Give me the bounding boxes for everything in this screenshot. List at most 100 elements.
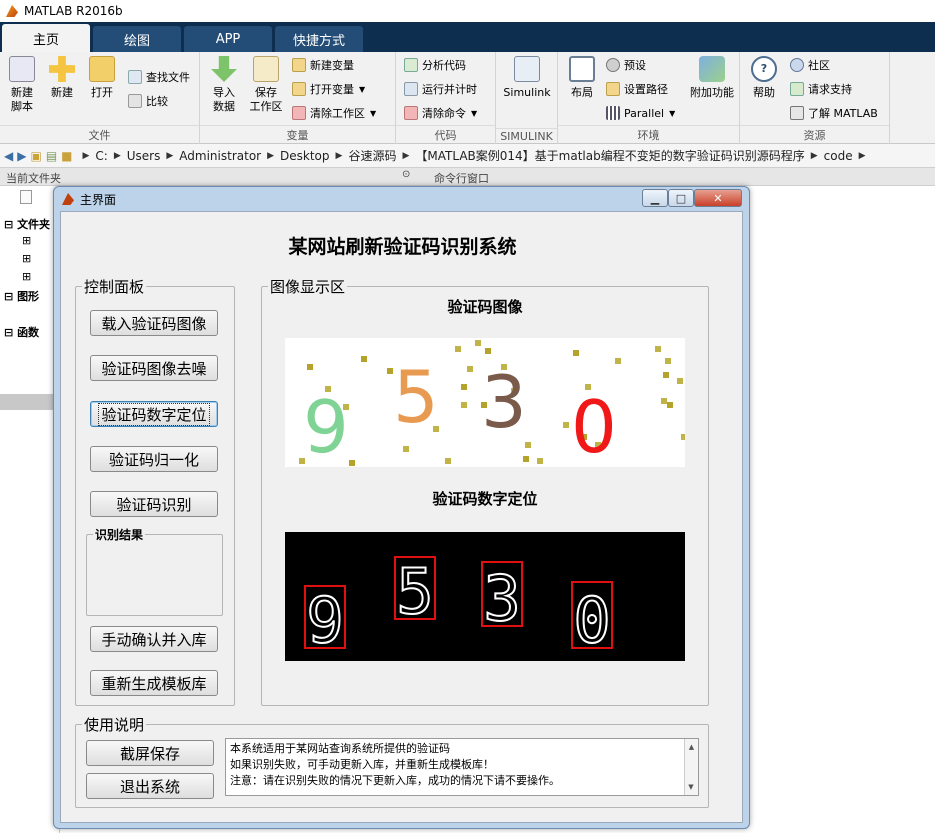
- instructions-textbox[interactable]: 本系统适用于某网站查询系统所提供的验证码 如果识别失败，可手动更新入库，并重新生…: [225, 738, 699, 796]
- result-panel: 识别结果: [86, 526, 223, 616]
- addons-cubes-icon: [699, 56, 725, 82]
- noise-dot: [361, 356, 367, 362]
- new-variable-button[interactable]: 新建变量: [292, 56, 354, 74]
- recognize-button[interactable]: 验证码识别: [90, 491, 218, 517]
- tab-apps[interactable]: APP: [184, 26, 272, 52]
- forward-arrow-icon[interactable]: ▶: [17, 149, 26, 163]
- set-path-button[interactable]: 设置路径: [606, 80, 668, 98]
- clear-commands-button[interactable]: 清除命令 ▼: [404, 104, 477, 122]
- chevron-down-icon: ▼: [370, 108, 377, 118]
- find-files-button[interactable]: 查找文件: [128, 68, 190, 86]
- tab-home[interactable]: 主页: [2, 24, 90, 52]
- digit-location-title: 验证码数字定位: [432, 490, 538, 508]
- community-people-icon: [790, 58, 804, 72]
- confirm-save-button[interactable]: 手动确认并入库: [90, 626, 218, 652]
- noise-dot: [537, 458, 543, 464]
- regen-templates-button[interactable]: 重新生成模板库: [90, 670, 218, 696]
- instructions-scrollbar[interactable]: ▲ ▼: [684, 739, 698, 795]
- path-segment-project[interactable]: 【MATLAB案例014】基于matlab编程不变矩的数字验证码识别源码程序: [415, 147, 804, 164]
- noise-dot: [667, 402, 673, 408]
- group-environment: 布局 预设 设置路径 Parallel ▼ 附加功能 环境: [558, 52, 740, 144]
- matlab-logo-icon: [6, 5, 18, 17]
- denoise-button[interactable]: 验证码图像去噪: [90, 355, 218, 381]
- path-segment-drive[interactable]: C:: [95, 149, 107, 163]
- instruction-line: 如果识别失败，可手动更新入库，并重新生成模板库！: [230, 758, 494, 771]
- new-script-button[interactable]: 新建 脚本: [0, 56, 44, 114]
- noise-dot: [403, 446, 409, 452]
- tree-expand-icon[interactable]: ⊞: [22, 252, 31, 265]
- noise-dot: [461, 402, 467, 408]
- tree-toggle-icon[interactable]: ⊟: [4, 326, 13, 339]
- screenshot-save-button[interactable]: 截屏保存: [86, 740, 214, 766]
- noise-dot: [307, 364, 313, 370]
- load-captcha-button[interactable]: 载入验证码图像: [90, 310, 218, 336]
- tab-plots[interactable]: 绘图: [93, 26, 181, 52]
- run-time-icon: [404, 82, 418, 96]
- new-button[interactable]: 新建: [40, 56, 84, 100]
- browse-folder-icon[interactable]: ▤: [46, 149, 57, 163]
- scroll-up-icon[interactable]: ▲: [685, 739, 698, 755]
- plus-icon: [49, 56, 75, 82]
- path-separator-icon: ▶: [810, 150, 818, 161]
- group-code-label: 代码: [396, 125, 495, 143]
- path-segment-code[interactable]: code: [824, 149, 853, 163]
- group-simulink: Simulink SIMULINK: [496, 52, 558, 144]
- eraser-icon: [292, 106, 306, 120]
- open-button[interactable]: 打开: [80, 56, 124, 100]
- learn-play-icon: [790, 106, 804, 120]
- address-bar: ◀ ▶ ▣ ▤ ■ ▶ C: ▶ Users ▶ Administrator ▶…: [0, 144, 935, 168]
- captcha-digit-2: 5: [393, 355, 439, 439]
- maximize-button[interactable]: □: [668, 189, 694, 207]
- folder-icon: ■: [61, 148, 73, 163]
- learn-matlab-button[interactable]: 了解 MATLAB: [790, 104, 878, 122]
- tree-functions-label: 函数: [17, 326, 40, 339]
- addons-button[interactable]: 附加功能: [686, 56, 738, 100]
- chevron-down-icon: ▼: [669, 108, 676, 118]
- noise-dot: [475, 340, 481, 346]
- located-digit-1: 9: [306, 584, 343, 657]
- close-button[interactable]: ✕: [694, 189, 742, 207]
- locate-digits-button[interactable]: 验证码数字定位: [90, 401, 218, 427]
- tree-toggle-icon[interactable]: ⊟: [4, 218, 13, 231]
- group-variable: 导入 数据 保存 工作区 新建变量 打开变量 ▼ 清除工作区 ▼ 变量: [200, 52, 396, 144]
- control-panel-label: 控制面板: [82, 276, 147, 297]
- community-button[interactable]: 社区: [790, 56, 830, 74]
- import-data-button[interactable]: 导入 数据: [202, 56, 246, 114]
- clear-workspace-button[interactable]: 清除工作区 ▼: [292, 104, 376, 122]
- help-button[interactable]: ? 帮助: [742, 56, 786, 100]
- run-and-time-button[interactable]: 运行并计时: [404, 80, 477, 98]
- save-workspace-button[interactable]: 保存 工作区: [244, 56, 288, 114]
- captcha-image: 9 5 3 0: [285, 338, 685, 467]
- parallel-button[interactable]: Parallel ▼: [606, 104, 675, 122]
- path-segment-user[interactable]: Administrator: [179, 149, 261, 163]
- new-variable-icon: [292, 58, 306, 72]
- path-segment-desktop[interactable]: Desktop: [280, 149, 330, 163]
- layout-button[interactable]: 布局: [560, 56, 604, 100]
- scroll-down-icon[interactable]: ▼: [685, 779, 697, 795]
- image-display-label: 图像显示区: [268, 276, 348, 297]
- normalize-button[interactable]: 验证码归一化: [90, 446, 218, 472]
- analyze-code-button[interactable]: 分析代码: [404, 56, 466, 74]
- minimize-button[interactable]: ▁: [642, 189, 668, 207]
- back-arrow-icon[interactable]: ◀: [4, 149, 13, 163]
- noise-dot: [681, 434, 685, 440]
- noise-dot: [563, 422, 569, 428]
- tab-shortcuts[interactable]: 快捷方式: [275, 26, 363, 52]
- up-folder-icon[interactable]: ▣: [30, 149, 41, 163]
- tree-expand-icon[interactable]: ⊞: [22, 234, 31, 247]
- panel-menu-icon[interactable]: ⊙: [402, 169, 410, 180]
- path-segment-source[interactable]: 谷速源码: [348, 147, 396, 164]
- path-segment-users[interactable]: Users: [127, 149, 161, 163]
- current-folder-title: 当前文件夹: [6, 172, 61, 185]
- simulink-button[interactable]: Simulink: [500, 56, 554, 100]
- current-folder-panel: ⊟ 文件夹 ⊞ ⊞ ⊞ ⊟ 图形 ⊟ 函数: [0, 186, 60, 833]
- selected-file-row[interactable]: [0, 394, 60, 410]
- tree-expand-icon[interactable]: ⊞: [22, 270, 31, 283]
- request-support-button[interactable]: 请求支持: [790, 80, 852, 98]
- tree-toggle-icon[interactable]: ⊟: [4, 290, 13, 303]
- open-variable-button[interactable]: 打开变量 ▼: [292, 80, 365, 98]
- support-arrow-icon: [790, 82, 804, 96]
- compare-button[interactable]: 比较: [128, 92, 168, 110]
- preferences-button[interactable]: 预设: [606, 56, 646, 74]
- exit-button[interactable]: 退出系统: [86, 773, 214, 799]
